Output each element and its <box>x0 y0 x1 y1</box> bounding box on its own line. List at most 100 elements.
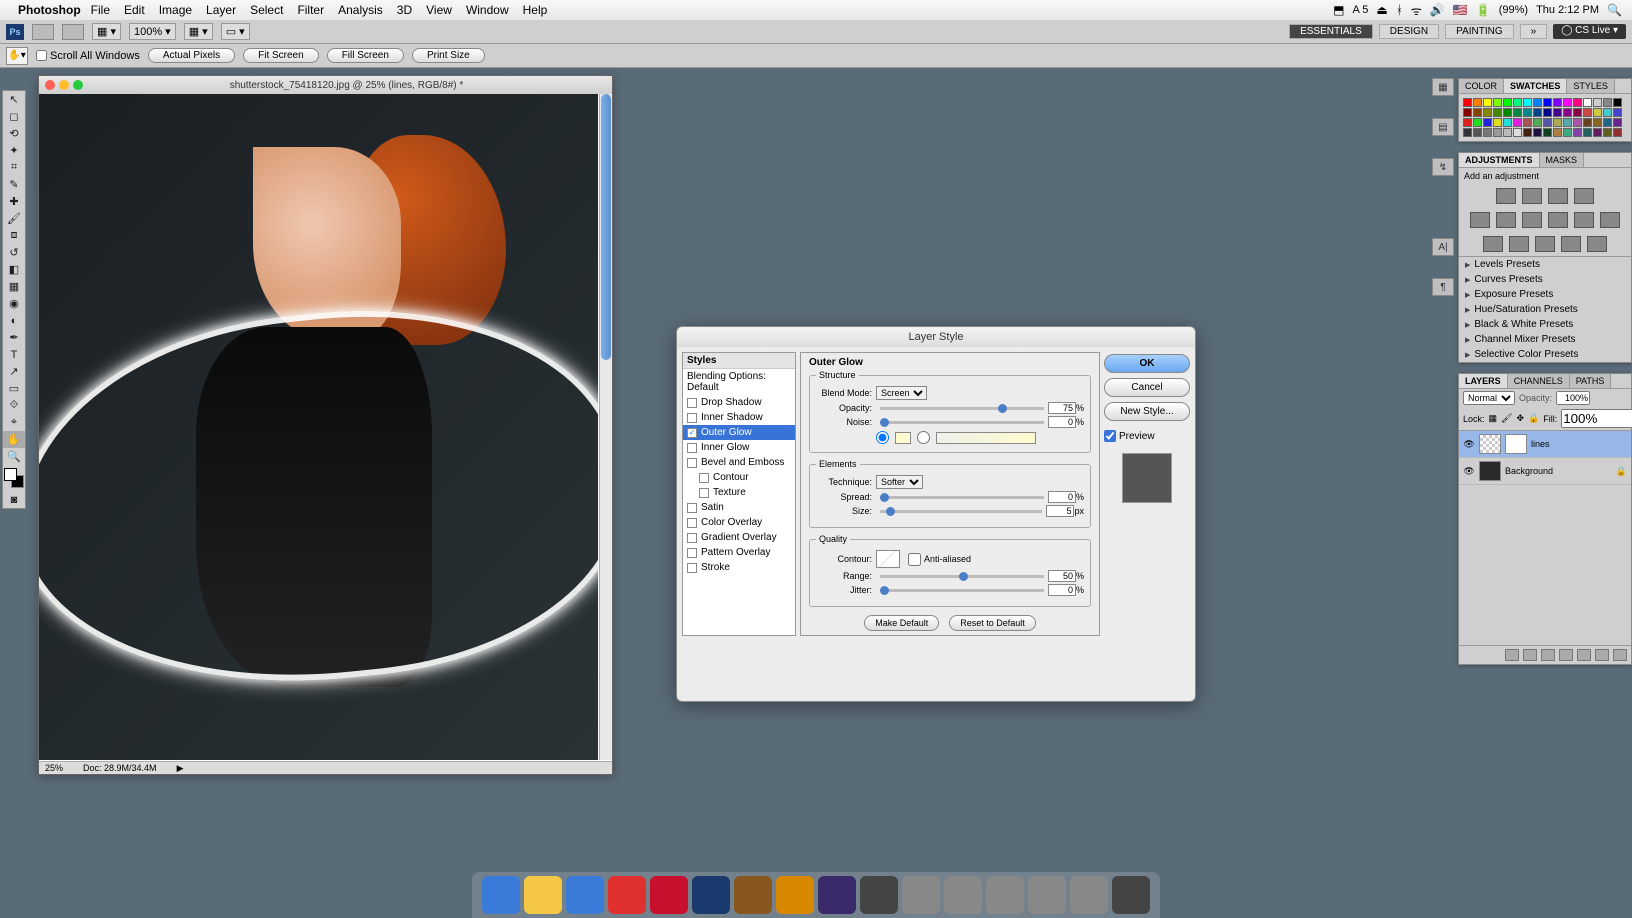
swatch[interactable] <box>1463 108 1472 117</box>
swatch[interactable] <box>1483 128 1492 137</box>
swatch[interactable] <box>1593 128 1602 137</box>
swatch[interactable] <box>1553 128 1562 137</box>
style-checkbox[interactable] <box>687 548 697 558</box>
layer-row-lines[interactable]: 👁lines <box>1459 431 1631 458</box>
style-item-outer-glow[interactable]: ✓Outer Glow <box>683 425 795 440</box>
menu-view[interactable]: View <box>426 3 452 17</box>
swatch[interactable] <box>1463 128 1472 137</box>
swatch[interactable] <box>1613 108 1622 117</box>
layer-mask-icon[interactable] <box>1541 649 1555 661</box>
heal-tool-icon[interactable]: ✚ <box>3 193 25 210</box>
zoom-icon[interactable] <box>73 80 83 90</box>
preset-hue/saturation-presets[interactable]: Hue/Saturation Presets <box>1459 302 1631 317</box>
color-radio[interactable] <box>876 431 889 444</box>
dock-photoshop[interactable] <box>692 876 730 914</box>
flag-icon[interactable]: 🇺🇸 <box>1453 3 1468 17</box>
swatch[interactable] <box>1543 108 1552 117</box>
status-arrow-icon[interactable]: ▶ <box>177 763 184 774</box>
swatch[interactable] <box>1583 98 1592 107</box>
swatch[interactable] <box>1613 128 1622 137</box>
menu-help[interactable]: Help <box>523 3 548 17</box>
document-titlebar[interactable]: shutterstock_75418120.jpg @ 25% (lines, … <box>39 76 612 94</box>
vertical-scrollbar[interactable] <box>599 94 612 760</box>
dock-desk3[interactable] <box>986 876 1024 914</box>
dock-rss[interactable] <box>776 876 814 914</box>
swatch[interactable] <box>1543 128 1552 137</box>
gradient-radio[interactable] <box>917 431 930 444</box>
view-extras-dropdown[interactable]: ▦ ▾ <box>92 23 121 40</box>
swatch[interactable] <box>1553 118 1562 127</box>
gradmap-icon[interactable] <box>1561 236 1581 252</box>
eject-icon[interactable]: ⏏ <box>1376 3 1387 17</box>
style-checkbox[interactable] <box>687 458 697 468</box>
style-checkbox[interactable] <box>687 503 697 513</box>
range-input[interactable] <box>1048 570 1076 582</box>
lock-pixel-icon[interactable]: 🖌 <box>1501 413 1512 424</box>
contour-picker[interactable] <box>876 550 900 568</box>
make-default-button[interactable]: Make Default <box>864 615 939 631</box>
swatch[interactable] <box>1563 108 1572 117</box>
layer-name[interactable]: Background <box>1505 466 1553 476</box>
menu-edit[interactable]: Edit <box>124 3 145 17</box>
pen-tool-icon[interactable]: ✒ <box>3 329 25 346</box>
swatch[interactable] <box>1493 118 1502 127</box>
3d-camera-tool-icon[interactable]: ⌖ <box>3 414 25 431</box>
style-checkbox[interactable] <box>687 518 697 528</box>
styles-header[interactable]: Styles <box>683 353 795 369</box>
group-icon[interactable] <box>1577 649 1591 661</box>
fit-screen-button[interactable]: Fit Screen <box>243 48 319 63</box>
new-layer-icon[interactable] <box>1595 649 1609 661</box>
poster-icon[interactable] <box>1509 236 1529 252</box>
style-item-color-overlay[interactable]: Color Overlay <box>683 515 795 530</box>
swatch[interactable] <box>1583 118 1592 127</box>
swatch[interactable] <box>1573 118 1582 127</box>
swatch[interactable] <box>1593 118 1602 127</box>
swatch[interactable] <box>1523 128 1532 137</box>
swatch[interactable] <box>1553 108 1562 117</box>
menu-file[interactable]: File <box>91 3 110 17</box>
hand-tool-icon-2[interactable]: ✋ <box>3 431 25 448</box>
swatch[interactable] <box>1473 118 1482 127</box>
lock-trans-icon[interactable]: ▦ <box>1489 413 1498 424</box>
range-slider[interactable] <box>880 575 1044 578</box>
blend-mode-select[interactable]: Screen <box>876 386 927 400</box>
noise-input[interactable] <box>1048 416 1076 428</box>
layer-fx-thumb[interactable] <box>1505 434 1527 454</box>
swatch[interactable] <box>1563 118 1572 127</box>
swatch[interactable] <box>1603 118 1612 127</box>
invert-icon[interactable] <box>1483 236 1503 252</box>
shape-tool-icon[interactable]: ▭ <box>3 380 25 397</box>
visibility-icon[interactable]: 👁 <box>1463 465 1475 477</box>
workspace-essentials[interactable]: ESSENTIALS <box>1289 24 1373 39</box>
style-item-stroke[interactable]: Stroke <box>683 560 795 575</box>
marquee-tool-icon[interactable]: ◻ <box>3 108 25 125</box>
layer-fill-input[interactable] <box>1561 409 1632 428</box>
dock-itunes[interactable] <box>566 876 604 914</box>
actual-pixels-button[interactable]: Actual Pixels <box>148 48 235 63</box>
preview-checkbox[interactable]: Preview <box>1104 430 1190 442</box>
brush-panel-icon[interactable]: ↯ <box>1432 158 1454 176</box>
opacity-input[interactable] <box>1048 402 1076 414</box>
layer-opacity-input[interactable] <box>1556 391 1590 405</box>
style-checkbox[interactable] <box>687 563 697 573</box>
swatch[interactable] <box>1463 118 1472 127</box>
swatch[interactable] <box>1553 98 1562 107</box>
swatch[interactable] <box>1473 98 1482 107</box>
channels-tab[interactable]: CHANNELS <box>1508 374 1570 388</box>
char-panel-icon[interactable]: A| <box>1432 238 1454 256</box>
swatches-grid[interactable] <box>1459 94 1631 141</box>
scroll-all-windows-checkbox[interactable]: Scroll All Windows <box>36 50 140 62</box>
swatch[interactable] <box>1503 98 1512 107</box>
fill-screen-button[interactable]: Fill Screen <box>327 48 404 63</box>
adj-layer-icon[interactable] <box>1559 649 1573 661</box>
wand-tool-icon[interactable]: ✦ <box>3 142 25 159</box>
dock-desk5[interactable] <box>1070 876 1108 914</box>
size-slider[interactable] <box>880 510 1042 513</box>
lock-all-icon[interactable]: 🔒 <box>1528 413 1539 424</box>
levels-icon[interactable] <box>1522 188 1542 204</box>
layer-name[interactable]: lines <box>1531 439 1550 449</box>
workspace-more[interactable]: » <box>1520 24 1548 39</box>
swatch[interactable] <box>1503 118 1512 127</box>
history-panel-icon[interactable]: ▦ <box>1432 78 1454 96</box>
layer-thumb[interactable] <box>1479 461 1501 481</box>
